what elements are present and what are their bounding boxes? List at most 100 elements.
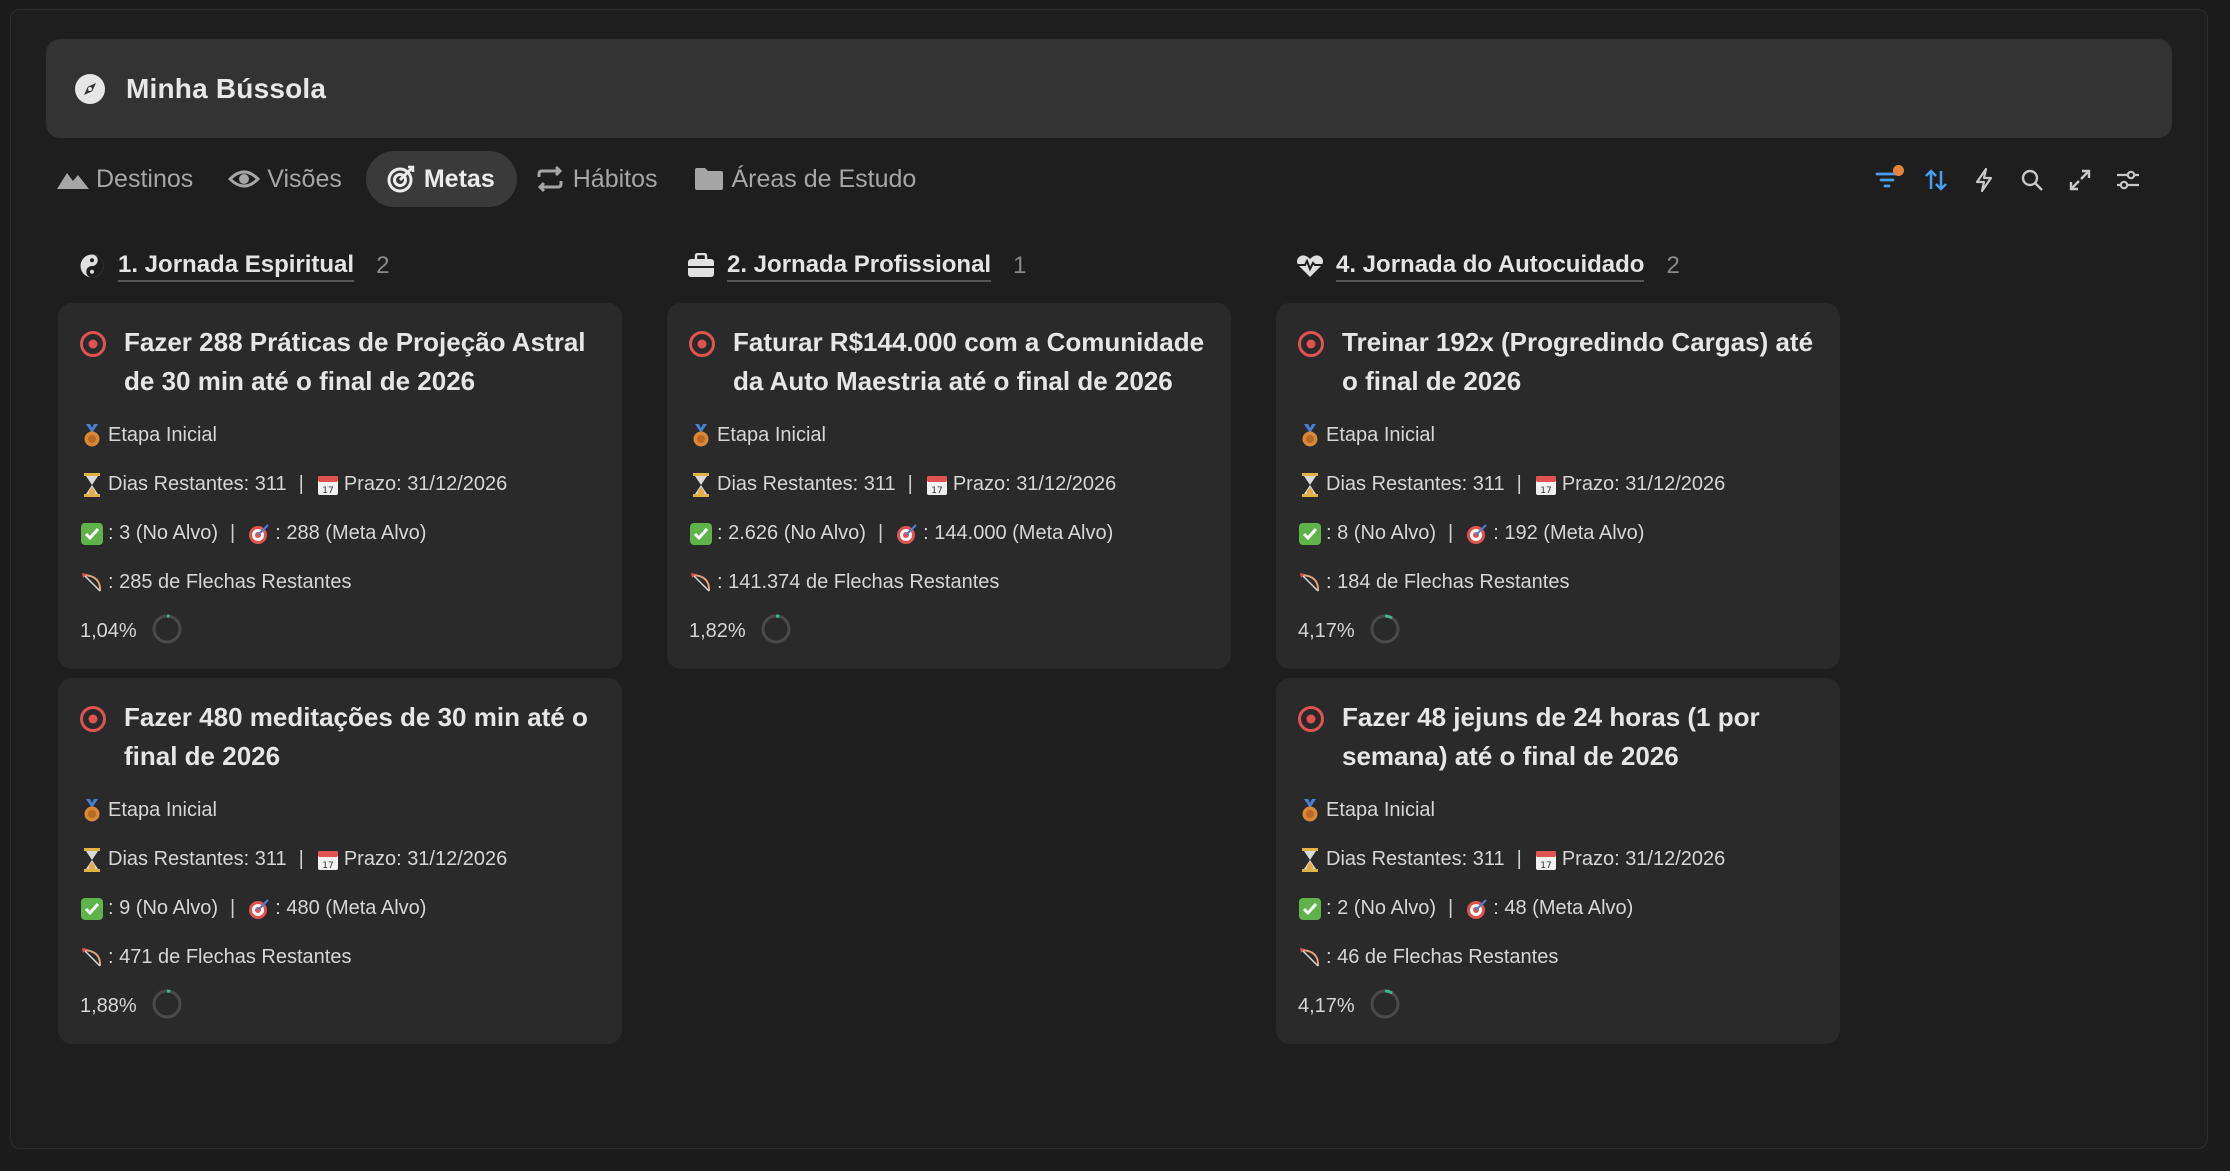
column-header: 4. Jornada do Autocuidado 2 — [1276, 244, 1840, 288]
card-title-text[interactable]: Treinar 192x (Progredindo Cargas) até o … — [1342, 323, 1818, 401]
hourglass-icon — [80, 847, 104, 872]
card-title-text[interactable]: Fazer 480 meditações de 30 min até o fin… — [124, 698, 600, 776]
sort-icon — [1923, 167, 1949, 198]
search-button[interactable] — [2008, 162, 2056, 202]
progress-ring — [151, 988, 183, 1026]
column-title[interactable]: 4. Jornada do Autocuidado — [1336, 251, 1645, 282]
medal-icon — [80, 798, 104, 823]
view-settings-button[interactable] — [2104, 162, 2152, 202]
sort-button[interactable] — [1912, 162, 1960, 202]
separator: | — [907, 473, 913, 495]
deadline: Prazo: 31/12/2026 — [343, 473, 508, 495]
tab-metas[interactable]: Metas — [365, 151, 517, 207]
stage-label: Etapa Inicial — [108, 424, 217, 446]
card-title-text[interactable]: Faturar R$144.000 com a Comunidade da Au… — [733, 323, 1209, 401]
tab-label: Visões — [267, 164, 342, 193]
separator: | — [1516, 473, 1522, 495]
svg-text:17: 17 — [322, 486, 333, 496]
score-row: : 2.626 (No Alvo) | : 144.000 (Meta Alvo… — [687, 509, 1209, 558]
separator: | — [298, 473, 304, 495]
days-remaining: Dias Restantes: 311 — [108, 473, 287, 495]
arrows-remaining: : 471 de Flechas Restantes — [108, 946, 352, 968]
goal-card[interactable]: Treinar 192x (Progredindo Cargas) até o … — [1276, 303, 1840, 669]
arrows-remaining: : 46 de Flechas Restantes — [1326, 946, 1559, 968]
filter-button[interactable] — [1864, 162, 1912, 202]
deadline: Prazo: 31/12/2026 — [1561, 473, 1726, 495]
progress-percent: 1,88% — [80, 995, 137, 1017]
progress-ring — [760, 613, 792, 651]
hourglass-icon — [80, 472, 104, 497]
check-icon — [1298, 897, 1322, 921]
expand-button[interactable] — [2056, 162, 2104, 202]
tab-areas-de-estudo[interactable]: Áreas de Estudo — [682, 151, 935, 207]
separator: | — [230, 897, 236, 919]
progress-ring — [1369, 613, 1401, 651]
arrows-remaining: : 285 de Flechas Restantes — [108, 571, 352, 593]
deadline-row: Dias Restantes: 311 | 17 Prazo: 31/12/20… — [1296, 460, 1818, 509]
svg-text:17: 17 — [1540, 861, 1551, 871]
goal-card[interactable]: Fazer 48 jejuns de 24 horas (1 por seman… — [1276, 678, 1840, 1044]
goal-card[interactable]: Fazer 480 meditações de 30 min até o fin… — [58, 678, 622, 1044]
folder-icon — [692, 164, 726, 194]
days-remaining: Dias Restantes: 311 — [1326, 848, 1505, 870]
settings-sliders-icon — [2115, 168, 2141, 197]
view-toolbar — [1864, 162, 2152, 202]
progress-row: 1,88% — [78, 982, 600, 1031]
remaining-row: : 184 de Flechas Restantes — [1296, 558, 1818, 607]
separator: | — [1448, 897, 1454, 919]
target-icon — [384, 164, 418, 194]
progress-percent: 1,82% — [689, 620, 746, 642]
days-remaining: Dias Restantes: 311 — [108, 848, 287, 870]
tab-label: Hábitos — [572, 164, 658, 193]
progress-percent: 4,17% — [1298, 620, 1355, 642]
stage-label: Etapa Inicial — [108, 799, 217, 821]
check-icon — [1298, 522, 1322, 546]
view-tabs: Destinos Visões Metas Hábitos Áreas de E… — [46, 150, 940, 208]
goal-card[interactable]: Fazer 288 Práticas de Projeção Astral de… — [58, 303, 622, 669]
stage-row: Etapa Inicial — [78, 786, 600, 835]
bow-arrow-icon — [689, 571, 713, 595]
stage-label: Etapa Inicial — [1326, 424, 1435, 446]
remaining-row: : 285 de Flechas Restantes — [78, 558, 600, 607]
search-icon — [2020, 168, 2044, 197]
board-column-autocuidado: 4. Jornada do Autocuidado 2 Treinar 192x… — [1276, 244, 1840, 1044]
medal-icon — [689, 423, 713, 448]
tab-visoes[interactable]: Visões — [217, 151, 360, 207]
stage-label: Etapa Inicial — [1326, 799, 1435, 821]
column-header: 2. Jornada Profissional 1 — [667, 244, 1231, 288]
bow-arrow-icon — [80, 946, 104, 970]
card-title-text[interactable]: Fazer 48 jejuns de 24 horas (1 por seman… — [1342, 698, 1818, 776]
column-title[interactable]: 1. Jornada Espiritual — [118, 251, 355, 282]
hourglass-icon — [689, 472, 713, 497]
tab-destinos[interactable]: Destinos — [46, 151, 211, 207]
done-count: : 2 (No Alvo) — [1326, 897, 1437, 919]
medal-icon — [1298, 423, 1322, 448]
stage-row: Etapa Inicial — [78, 411, 600, 460]
days-remaining: Dias Restantes: 311 — [717, 473, 896, 495]
calendar-icon: 17 — [316, 473, 340, 497]
column-title[interactable]: 2. Jornada Profissional — [727, 251, 992, 282]
tab-habitos[interactable]: Hábitos — [523, 151, 676, 207]
repeat-icon — [533, 164, 567, 194]
card-title: Faturar R$144.000 com a Comunidade da Au… — [687, 323, 1209, 401]
page-title: Minha Bússola — [126, 72, 327, 104]
progress-row: 4,17% — [1296, 607, 1818, 656]
card-title-text[interactable]: Fazer 288 Práticas de Projeção Astral de… — [124, 323, 600, 401]
progress-percent: 4,17% — [1298, 995, 1355, 1017]
quick-action-button[interactable] — [1960, 162, 2008, 202]
target-icon — [78, 329, 108, 359]
heart-pulse-icon — [1296, 252, 1324, 280]
separator: | — [877, 522, 884, 544]
done-count: : 2.626 (No Alvo) — [717, 522, 866, 544]
done-count: : 8 (No Alvo) — [1326, 522, 1437, 544]
bow-arrow-icon — [1298, 946, 1322, 970]
dart-target-icon — [247, 897, 271, 921]
svg-text:17: 17 — [322, 861, 333, 871]
tab-label: Destinos — [96, 164, 194, 193]
target-icon — [1296, 704, 1326, 734]
goal-count: : 192 (Meta Alvo) — [1493, 522, 1645, 544]
goal-card[interactable]: Faturar R$144.000 com a Comunidade da Au… — [667, 303, 1231, 669]
hourglass-icon — [1298, 847, 1322, 872]
lightning-icon — [1973, 167, 1995, 198]
remaining-row: : 471 de Flechas Restantes — [78, 933, 600, 982]
